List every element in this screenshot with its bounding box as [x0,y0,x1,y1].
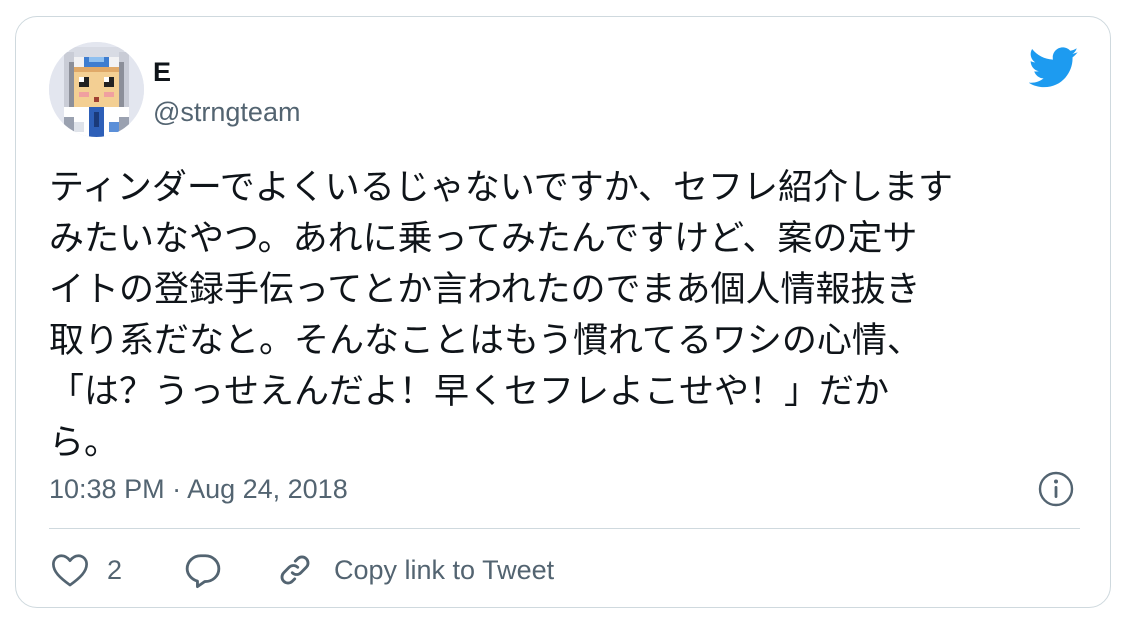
copy-link-button[interactable]: Copy link to Tweet [277,547,554,593]
info-icon[interactable] [1037,470,1075,508]
copy-link-label: Copy link to Tweet [334,554,555,585]
link-icon [277,552,313,588]
divider [49,528,1080,529]
tweet-text: ティンダーでよくいるじゃないですか、セフレ紹介します みたいなやつ。あれに乗って… [49,168,954,463]
tweet-timestamp[interactable]: 10:38 PM · Aug 24, 2018 [49,472,348,506]
tweet-actions-bar: 2 Copy link to Tweet [49,547,1080,593]
pixel-art-avatar-icon [49,42,144,137]
twitter-bird-icon[interactable] [1028,47,1079,89]
like-count: 2 [107,554,123,585]
author-display-name[interactable]: E [153,57,171,87]
tweet-card: E @strngteam ティンダーでよくいるじゃないですか、セフレ紹介します … [15,16,1111,608]
reply-button[interactable] [184,547,222,593]
like-button[interactable]: 2 [51,547,122,593]
author-avatar[interactable] [49,42,144,137]
author-handle[interactable]: @strngteam [153,97,300,127]
heart-icon [51,552,89,588]
speech-bubble-icon [184,551,222,589]
